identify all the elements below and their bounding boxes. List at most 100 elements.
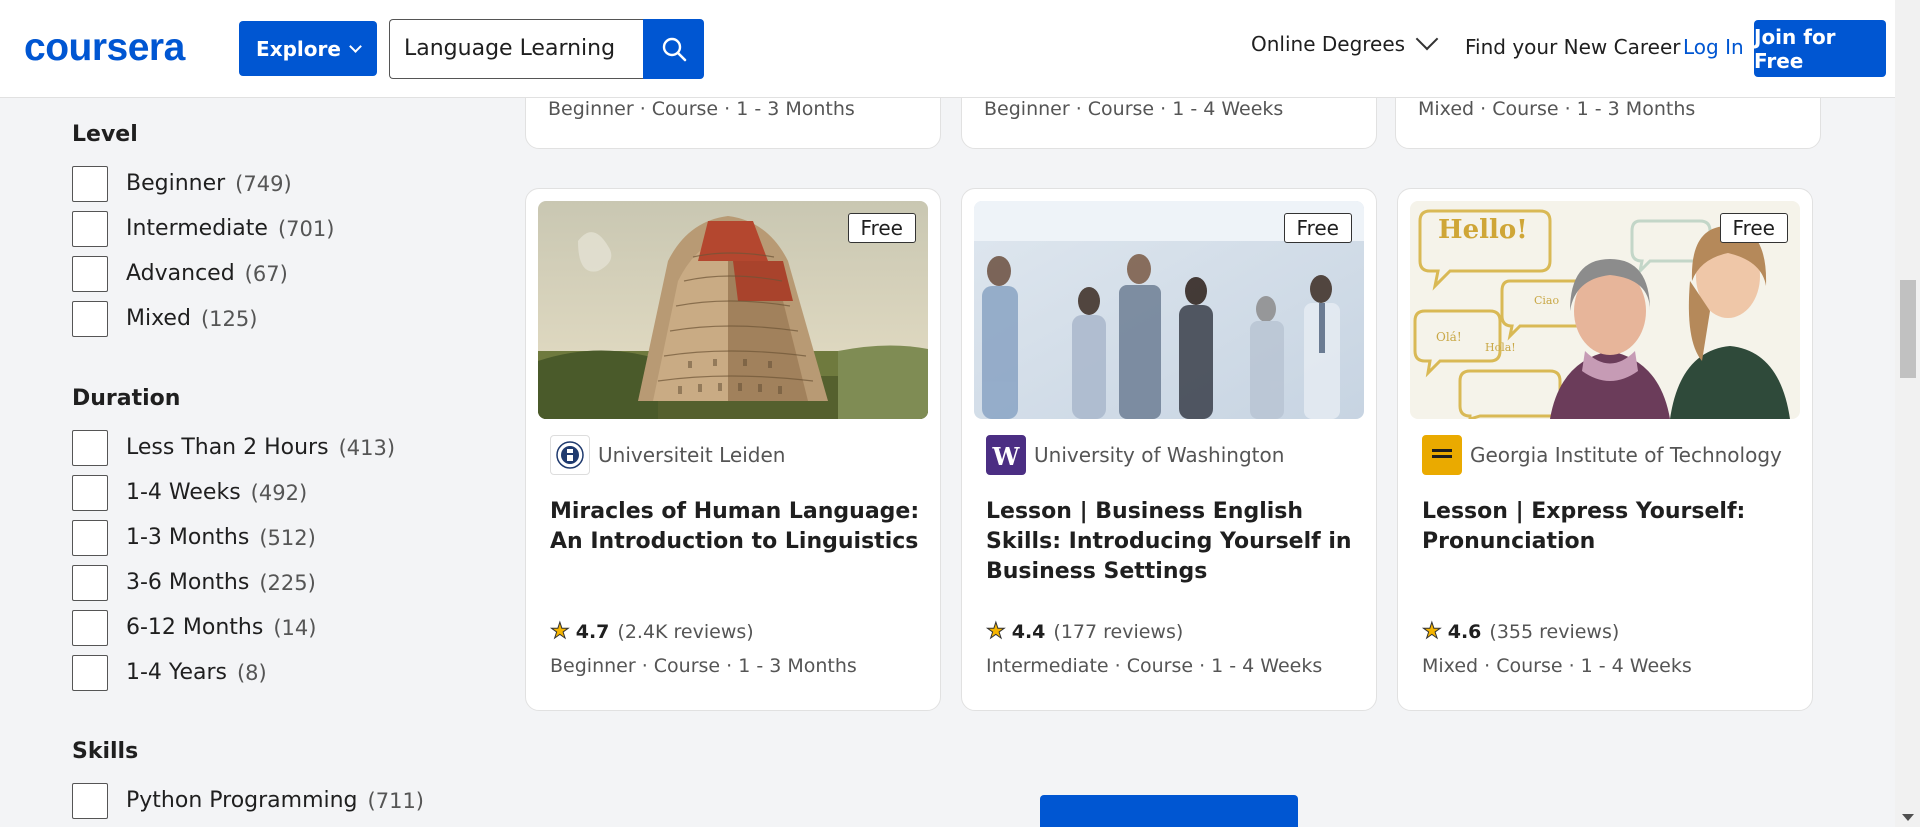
leiden-seal-icon [550, 435, 590, 475]
checkbox[interactable] [72, 654, 108, 691]
filter-count: (413) [338, 435, 396, 460]
rating-value: 4.4 [1011, 620, 1046, 643]
search-button[interactable] [643, 19, 704, 79]
filter-label: Intermediate [126, 216, 268, 241]
duration-filter-group: Duration Less Than 2 Hours (413) 1-4 Wee… [72, 383, 395, 695]
free-badge: Free [847, 213, 916, 243]
filter-option-3-6-months[interactable]: 3-6 Months (225) [72, 560, 395, 605]
filter-option-advanced[interactable]: Advanced (67) [72, 251, 334, 296]
hola-text: Hola! [1485, 341, 1516, 354]
ola-text: Olá! [1436, 330, 1462, 344]
checkbox[interactable] [72, 782, 108, 819]
filter-option-intermediate[interactable]: Intermediate (701) [72, 206, 334, 251]
course-title[interactable]: Lesson | Express Yourself: Pronunciation [1422, 497, 1792, 557]
course-meta: Intermediate · Course · 1 - 4 Weeks [986, 655, 1323, 677]
course-card[interactable]: Hello! Olá! Hola! Ciao Free Georgia Inst… [1397, 188, 1813, 711]
course-title[interactable]: Miracles of Human Language: An Introduct… [550, 497, 920, 557]
course-rating: ★ 4.7 (2.4K reviews) [550, 619, 754, 645]
scroll-down-arrow-icon[interactable] [1902, 814, 1914, 821]
filter-option-1-3-months[interactable]: 1-3 Months (512) [72, 515, 395, 560]
course-image: Hello! Olá! Hola! Ciao Free [1410, 201, 1800, 419]
online-degrees-label: Online Degrees [1251, 32, 1406, 56]
filter-option-less-than-2-hours[interactable]: Less Than 2 Hours (413) [72, 425, 395, 470]
checkbox[interactable] [72, 519, 108, 556]
filter-count: (701) [277, 216, 335, 241]
checkbox[interactable] [72, 474, 108, 511]
partner-info: W University of Washington [986, 435, 1284, 475]
partner-name: University of Washington [1034, 443, 1285, 467]
course-meta: Beginner · Course · 1 - 3 Months [548, 98, 855, 120]
chevron-down-icon [1415, 27, 1439, 51]
filter-label: 1-3 Months [126, 525, 250, 550]
filter-count: (67) [244, 261, 288, 286]
filter-option-1-4-years[interactable]: 1-4 Years (8) [72, 650, 395, 695]
filter-option-partial[interactable] [72, 823, 424, 827]
filter-label: Mixed [126, 306, 191, 331]
filter-count: (749) [235, 171, 292, 196]
find-career-link[interactable]: Find your New Career [1465, 35, 1680, 59]
review-count: (355 reviews) [1489, 620, 1620, 643]
review-count: (177 reviews) [1053, 620, 1184, 643]
search-icon [662, 37, 686, 62]
course-card[interactable]: Free W University of Washington Lesson |… [961, 188, 1377, 711]
explore-button[interactable]: Explore [239, 21, 377, 76]
star-icon: ★ [550, 619, 571, 645]
partner-info: Georgia Institute of Technology [1422, 435, 1782, 475]
course-meta: Beginner · Course · 1 - 4 Weeks [984, 98, 1284, 120]
checkbox[interactable] [72, 564, 108, 601]
filter-label: 1-4 Years [126, 660, 227, 685]
filter-title-duration: Duration [72, 386, 181, 411]
checkbox[interactable] [72, 300, 108, 337]
login-link[interactable]: Log In [1683, 35, 1744, 59]
uw-logo-icon: W [986, 435, 1026, 475]
checkbox[interactable] [72, 165, 108, 202]
coursera-logo[interactable]: coursera [24, 26, 185, 70]
filter-title-skills: Skills [72, 739, 139, 764]
checkbox[interactable] [72, 609, 108, 646]
checkbox[interactable] [72, 429, 108, 466]
ciao-text: Ciao [1534, 294, 1559, 307]
rating-value: 4.7 [575, 620, 610, 643]
course-title[interactable]: Lesson | Business English Skills: Introd… [986, 497, 1356, 587]
hello-text: Hello! [1438, 215, 1528, 245]
course-rating: ★ 4.6 (355 reviews) [1422, 619, 1620, 645]
page-scrollbar[interactable] [1895, 0, 1920, 827]
filter-count: (225) [259, 570, 316, 595]
chevron-down-icon [349, 39, 362, 53]
checkbox[interactable] [72, 255, 108, 292]
checkbox[interactable] [72, 210, 108, 247]
filter-option-6-12-months[interactable]: 6-12 Months (14) [72, 605, 395, 650]
star-icon: ★ [986, 619, 1007, 645]
filter-option-beginner[interactable]: Beginner (749) [72, 161, 334, 206]
scrollbar-thumb[interactable] [1900, 280, 1916, 378]
star-icon: ★ [1422, 619, 1443, 645]
filter-option-mixed[interactable]: Mixed (125) [72, 296, 334, 341]
online-degrees-menu[interactable]: Online Degrees [1251, 27, 1439, 56]
filter-label: Less Than 2 Hours [126, 435, 329, 460]
filter-count: (711) [367, 788, 424, 813]
filter-label: 1-4 Weeks [126, 480, 241, 505]
filter-option-1-4-weeks[interactable]: 1-4 Weeks (492) [72, 470, 395, 515]
top-nav-bar: coursera Explore Language Learning Onlin… [0, 0, 1895, 98]
rating-value: 4.6 [1447, 620, 1482, 643]
filter-count: (125) [200, 306, 258, 331]
skills-filter-group: Skills Python Programming (711) [72, 736, 424, 827]
course-meta: Beginner · Course · 1 - 3 Months [550, 655, 857, 677]
join-for-free-button[interactable]: Join for Free [1754, 20, 1886, 77]
free-badge: Free [1283, 213, 1352, 243]
filter-option-python-programming[interactable]: Python Programming (711) [72, 778, 424, 823]
filter-label: Advanced [126, 261, 235, 286]
course-meta: Mixed · Course · 1 - 3 Months [1418, 98, 1696, 120]
course-rating: ★ 4.4 (177 reviews) [986, 619, 1184, 645]
filter-count: (14) [273, 615, 317, 640]
filter-label: 3-6 Months [126, 570, 250, 595]
explore-label: Explore [256, 36, 341, 61]
free-badge: Free [1719, 213, 1788, 243]
course-card[interactable]: Free Universiteit Leiden Miracles of Hum… [525, 188, 941, 711]
filter-title-level: Level [72, 122, 138, 147]
partner-info: Universiteit Leiden [550, 435, 785, 475]
show-more-button[interactable] [1040, 795, 1298, 827]
search-input[interactable]: Language Learning [389, 19, 644, 79]
svg-text:W: W [992, 442, 1021, 470]
course-image: Free [538, 201, 928, 419]
